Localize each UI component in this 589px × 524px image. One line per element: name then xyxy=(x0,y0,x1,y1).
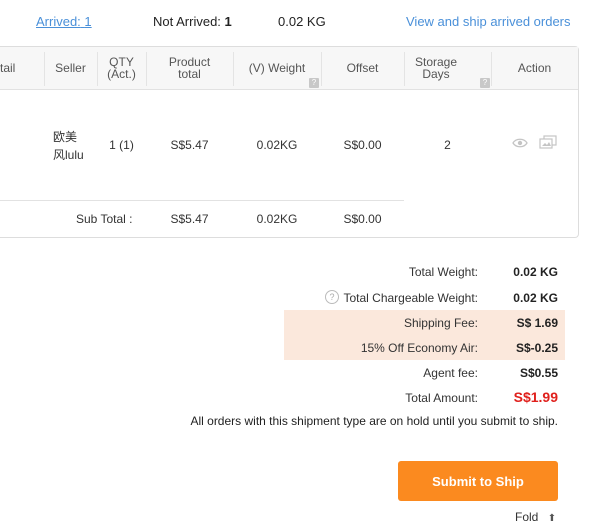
arrived-label: Arrived: xyxy=(36,14,81,29)
row-product-total: S$5.47 xyxy=(170,138,209,152)
discount-label: 15% Off Economy Air: xyxy=(360,341,478,355)
chargeable-weight-value: 0.02 KG xyxy=(513,291,558,305)
fold-label: Fold xyxy=(515,510,539,524)
hold-notice: All orders with this shipment type are o… xyxy=(190,414,558,428)
seller-name-line1: 欧美 xyxy=(53,130,78,144)
product-header-line2: total xyxy=(178,67,201,81)
total-weight-value: 0.02 KG xyxy=(513,265,558,279)
discount-value: S$-0.25 xyxy=(515,341,558,355)
column-header-seller: Seller xyxy=(55,61,86,75)
column-header-product-total: Product total xyxy=(146,56,233,80)
row-storage-days: 2 xyxy=(444,138,451,152)
photos-icon[interactable] xyxy=(539,135,557,150)
not-arrived-count: 1 xyxy=(224,14,232,29)
qty-header-line2: (Act.) xyxy=(107,67,136,81)
not-arrived-label: Not Arrived: xyxy=(153,14,221,29)
storage-help-icon[interactable]: ? xyxy=(480,78,490,88)
column-header-weight: (V) Weight xyxy=(248,61,306,75)
eye-icon[interactable] xyxy=(512,137,528,149)
seller-name-line2: 风lulu xyxy=(53,148,84,162)
column-header-detail: tail xyxy=(0,61,16,75)
subtotal-product-total: S$5.47 xyxy=(170,212,209,226)
column-header-offset: Offset xyxy=(346,61,379,75)
total-weight-label: Total Weight: xyxy=(408,265,478,279)
arrived-count: 1 xyxy=(84,14,92,29)
row-qty: 1 (1) xyxy=(109,138,134,152)
agent-fee-value: S$0.55 xyxy=(519,366,558,380)
header-weight: 0.02 KG xyxy=(278,14,326,29)
row-weight: 0.02KG xyxy=(256,138,298,152)
column-header-storage-days: Storage Days xyxy=(404,56,468,80)
row-seller: 欧美 风lulu xyxy=(53,128,84,164)
row-divider xyxy=(0,200,404,201)
subtotal-label: Sub Total : xyxy=(76,212,133,226)
total-amount-label: Total Amount: xyxy=(405,391,478,405)
arrived-link[interactable]: Arrived: 1 xyxy=(36,14,92,29)
submit-to-ship-button[interactable]: Submit to Ship xyxy=(398,461,558,501)
storage-header-line2: Days xyxy=(422,67,450,81)
agent-fee-label: Agent fee: xyxy=(423,366,478,380)
total-amount-value: S$1.99 xyxy=(513,389,558,405)
weight-help-icon[interactable]: ? xyxy=(309,78,319,88)
fold-toggle[interactable]: Fold ⬆ xyxy=(515,510,556,524)
view-ship-arrived-link[interactable]: View and ship arrived orders xyxy=(406,14,571,29)
row-offset: S$0.00 xyxy=(343,138,382,152)
not-arrived-status: Not Arrived: 1 xyxy=(153,14,232,29)
column-header-qty: QTY (Act.) xyxy=(97,56,146,80)
column-header-action: Action xyxy=(517,61,552,75)
fold-arrow-icon: ⬆ xyxy=(547,513,557,524)
subtotal-weight: 0.02KG xyxy=(256,212,298,226)
shipping-fee-value: S$ 1.69 xyxy=(516,316,558,330)
chargeable-weight-help-icon[interactable]: ? xyxy=(325,290,339,304)
chargeable-weight-label: Total Chargeable Weight: xyxy=(343,291,478,305)
shipping-fee-label: Shipping Fee: xyxy=(403,316,478,330)
subtotal-offset: S$0.00 xyxy=(343,212,382,226)
